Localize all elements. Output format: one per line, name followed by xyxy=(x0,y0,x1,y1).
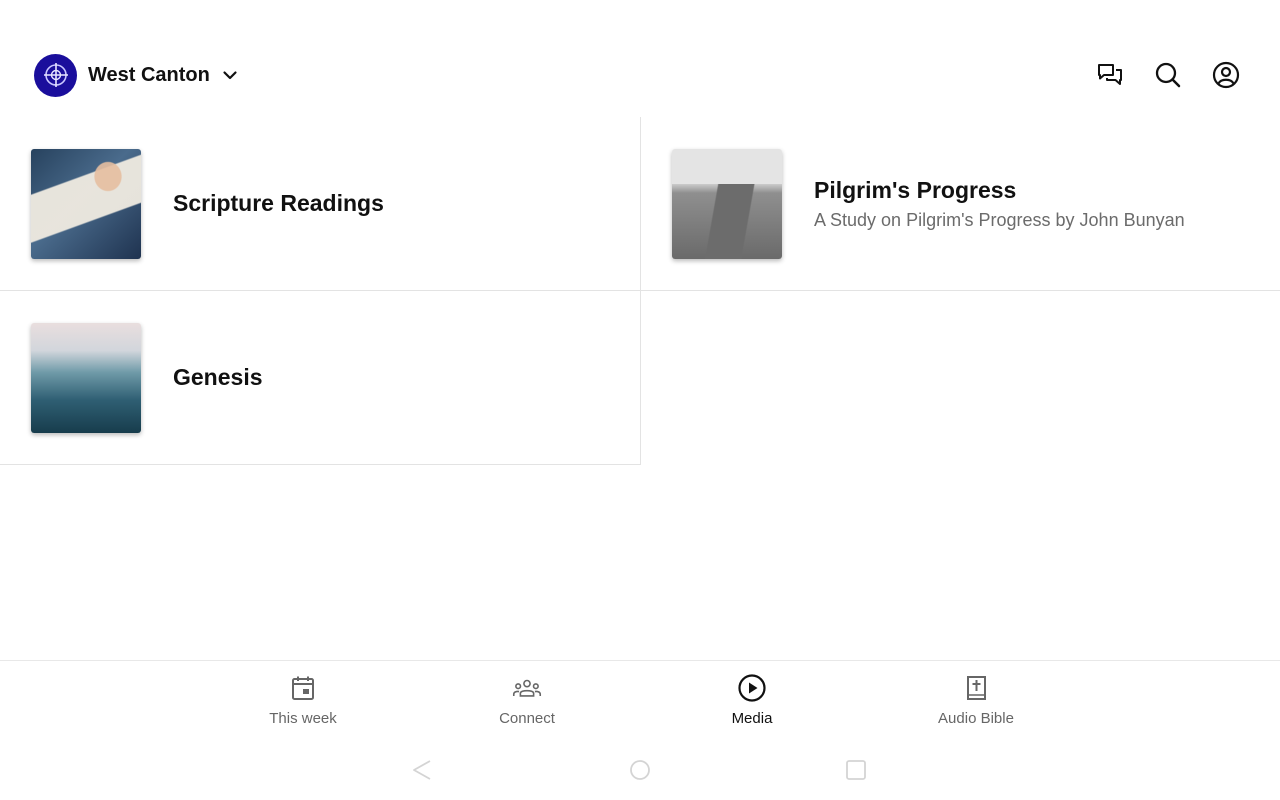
chevron-down-icon xyxy=(222,67,238,83)
group-icon xyxy=(512,673,542,703)
nav-media[interactable]: Media xyxy=(682,673,822,727)
media-title: Genesis xyxy=(173,364,263,390)
nav-label: This week xyxy=(269,710,337,727)
ocean-waves-thumbnail xyxy=(31,322,141,433)
open-bible-thumbnail xyxy=(31,148,141,259)
header-actions xyxy=(1096,58,1240,92)
media-title: Scripture Readings xyxy=(173,190,384,216)
organization-selector[interactable]: West Canton xyxy=(34,53,238,97)
app-header: West Canton xyxy=(0,0,1280,118)
back-icon[interactable] xyxy=(410,758,434,787)
media-subtitle: A Study on Pilgrim's Progress by John Bu… xyxy=(814,209,1185,230)
media-item-scripture-readings[interactable]: Scripture Readings xyxy=(0,117,641,291)
media-item-genesis[interactable]: Genesis xyxy=(0,291,641,465)
chat-bubbles-icon[interactable] xyxy=(1096,61,1124,89)
organization-name: West Canton xyxy=(88,63,210,86)
recents-icon[interactable] xyxy=(844,758,868,787)
nav-label: Media xyxy=(731,710,773,727)
calendar-icon xyxy=(288,673,318,703)
nav-label: Connect xyxy=(499,710,555,727)
account-circle-icon[interactable] xyxy=(1212,61,1240,89)
nav-label: Audio Bible xyxy=(938,710,1014,727)
country-road-thumbnail xyxy=(672,148,782,259)
nav-connect[interactable]: Connect xyxy=(457,673,597,727)
nav-audio-bible[interactable]: Audio Bible xyxy=(906,673,1046,727)
media-item-pilgrims-progress[interactable]: Pilgrim's Progress A Study on Pilgrim's … xyxy=(641,117,1280,291)
system-navigation-bar xyxy=(0,740,1280,800)
bottom-navigation: This week Connect Media Audio Bible xyxy=(0,660,1280,740)
play-circle-icon xyxy=(737,673,767,703)
home-icon[interactable] xyxy=(628,758,652,787)
search-icon[interactable] xyxy=(1154,61,1182,89)
bible-icon xyxy=(961,673,991,703)
media-title: Pilgrim's Progress xyxy=(814,176,1017,203)
nav-this-week[interactable]: This week xyxy=(233,673,373,727)
church-cross-logo-icon xyxy=(34,53,77,97)
